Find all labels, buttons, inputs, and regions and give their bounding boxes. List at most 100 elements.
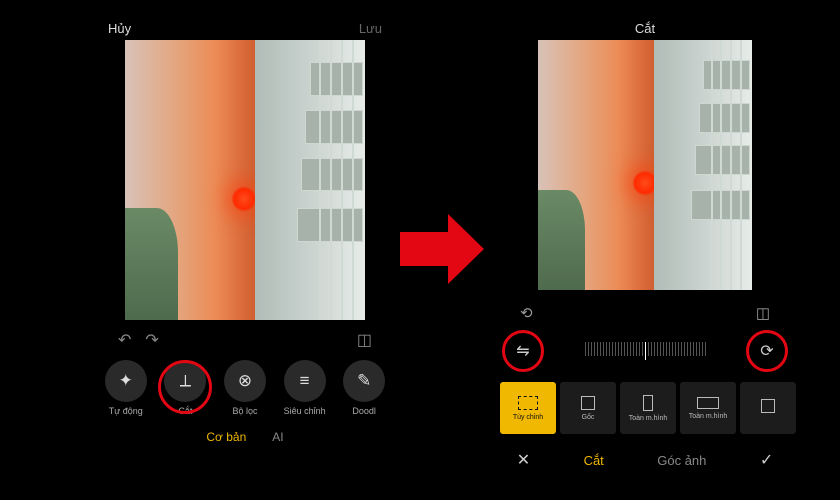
- straighten-slider: ⇋ ⟳: [490, 322, 800, 368]
- slider-tick: [639, 342, 640, 356]
- redo-icon[interactable]: ↷: [145, 330, 158, 350]
- filter-icon: ⊗: [224, 360, 266, 402]
- slider-tick: [669, 342, 670, 356]
- adjust-icon: ≡: [284, 360, 326, 402]
- filter-tool[interactable]: ⊗ Bộ lọc: [218, 360, 272, 416]
- aspect-ratio-row: Tùy chỉnhGốcToàn m.hìnhToàn m.hình: [490, 368, 800, 434]
- slider-tick: [600, 342, 601, 356]
- slider-tick: [651, 342, 652, 356]
- tool-label: Cắt: [178, 406, 192, 416]
- flip-button[interactable]: ⇋: [506, 334, 540, 368]
- doodle-icon: ✎: [343, 360, 385, 402]
- aspect-toggle-icon[interactable]: ◫: [756, 304, 770, 322]
- aspect-free[interactable]: Tùy chỉnh: [500, 382, 556, 434]
- editor-main-screen: Hủy Lưu ↶ ↷ ◫ ✦ Tự động ⟂Cắt ⊗ Bộ lọc ≡ Siêu c…: [90, 18, 400, 482]
- compare-icon[interactable]: ◫: [357, 330, 372, 350]
- slider-tick: [681, 342, 682, 356]
- crop-handle-tl[interactable]: [538, 40, 553, 55]
- crop-screen: Cắt ⟲ ◫ ⇋ ⟳ Tùy chỉnhGốcToàn m.: [490, 18, 800, 482]
- slider-tick: [642, 342, 643, 356]
- aspect-orig-icon: [581, 396, 595, 410]
- rotate-button[interactable]: ⟳: [750, 334, 784, 368]
- slider-tick: [609, 342, 610, 356]
- slider-tick: [684, 342, 685, 356]
- crop-handle-tr[interactable]: [737, 40, 752, 55]
- slider-tick: [612, 342, 613, 356]
- aspect-label: Tùy chỉnh: [513, 414, 543, 421]
- slider-tick: [672, 342, 673, 356]
- slider-tick: [633, 342, 634, 356]
- tool-label: Bộ lọc: [232, 406, 257, 416]
- cancel-button[interactable]: Hủy: [108, 21, 131, 36]
- slider-tick: [621, 342, 622, 356]
- apply-crop-button[interactable]: ✓: [760, 450, 773, 470]
- auto-icon: ✦: [105, 360, 147, 402]
- rotate-highlight-ring: [746, 330, 788, 372]
- slider-tick: [687, 342, 688, 356]
- slider-tick: [663, 342, 664, 356]
- history-row: ↶ ↷ ◫: [90, 320, 400, 350]
- slider-tick: [648, 342, 649, 356]
- slider-tick: [666, 342, 667, 356]
- aspect-label: Toàn m.hình: [689, 413, 728, 420]
- slider-tick: [702, 342, 703, 356]
- slider-tick: [654, 342, 655, 356]
- crop-handle-bl[interactable]: [538, 275, 553, 290]
- slider-tick: [705, 342, 706, 356]
- slider-tick: [597, 342, 598, 356]
- mode-perspective-tab[interactable]: Góc ảnh: [657, 453, 706, 468]
- tool-label: Siêu chỉnh: [284, 406, 326, 416]
- arrow-head-icon: [448, 214, 484, 284]
- crop-handle-br[interactable]: [737, 275, 752, 290]
- slider-tick: [645, 342, 646, 360]
- aspect-orig[interactable]: Gốc: [560, 382, 616, 434]
- undo-icon[interactable]: ↶: [118, 330, 131, 350]
- auto-tool[interactable]: ✦ Tự động: [99, 360, 153, 416]
- aspect-more[interactable]: [740, 382, 796, 434]
- slider-tick: [630, 342, 631, 356]
- photo-content: [125, 40, 365, 320]
- slider-tick: [594, 342, 595, 356]
- doodle-tool[interactable]: ✎ Doodl: [337, 360, 391, 416]
- slider-tick: [678, 342, 679, 356]
- photo-preview[interactable]: [125, 40, 365, 320]
- tool-label: Tự động: [109, 406, 143, 416]
- slider-tick: [615, 342, 616, 356]
- crop-header: Cắt: [490, 18, 800, 38]
- slider-tick: [585, 342, 586, 356]
- tab-basic[interactable]: Cơ bản: [206, 430, 246, 444]
- tool-row: ✦ Tự động ⟂Cắt ⊗ Bộ lọc ≡ Siêu chỉnh ✎ Doodl: [90, 350, 400, 416]
- editor-header: Hủy Lưu: [90, 18, 400, 38]
- slider-tick: [675, 342, 676, 356]
- reset-rotation-icon[interactable]: ⟲: [520, 304, 533, 322]
- slider-tick: [591, 342, 592, 356]
- slider-tick: [660, 342, 661, 356]
- slider-tick: [588, 342, 589, 356]
- aspect-full[interactable]: Toàn m.hình: [620, 382, 676, 434]
- slider-tick: [624, 342, 625, 356]
- tab-ai[interactable]: AI: [272, 430, 283, 444]
- slider-tick: [618, 342, 619, 356]
- save-button[interactable]: Lưu: [359, 21, 382, 36]
- slider-tick: [696, 342, 697, 356]
- aspect-free-icon: [518, 396, 538, 410]
- slider-tick: [657, 342, 658, 356]
- cancel-crop-button[interactable]: ✕: [517, 450, 530, 470]
- slider-tick: [699, 342, 700, 356]
- tool-label: Doodl: [352, 406, 376, 416]
- crop-preview[interactable]: [538, 40, 752, 290]
- slider-tick: [627, 342, 628, 356]
- angle-slider[interactable]: [550, 342, 740, 360]
- crop-tool[interactable]: ⟂Cắt: [158, 360, 212, 416]
- adjust-tool[interactable]: ≡ Siêu chỉnh: [278, 360, 332, 416]
- flip-highlight-ring: [502, 330, 544, 372]
- arrow-icon: [400, 232, 448, 266]
- aspect-wide[interactable]: Toàn m.hình: [680, 382, 736, 434]
- slider-tick: [690, 342, 691, 356]
- confirm-row: ✕ Cắt Góc ảnh ✓: [490, 434, 800, 470]
- rotate-row: ⟲ ◫: [490, 290, 800, 322]
- photo-content: [538, 40, 752, 290]
- mode-crop-tab[interactable]: Cắt: [584, 453, 604, 468]
- crop-title: Cắt: [635, 21, 655, 36]
- slider-tick: [693, 342, 694, 356]
